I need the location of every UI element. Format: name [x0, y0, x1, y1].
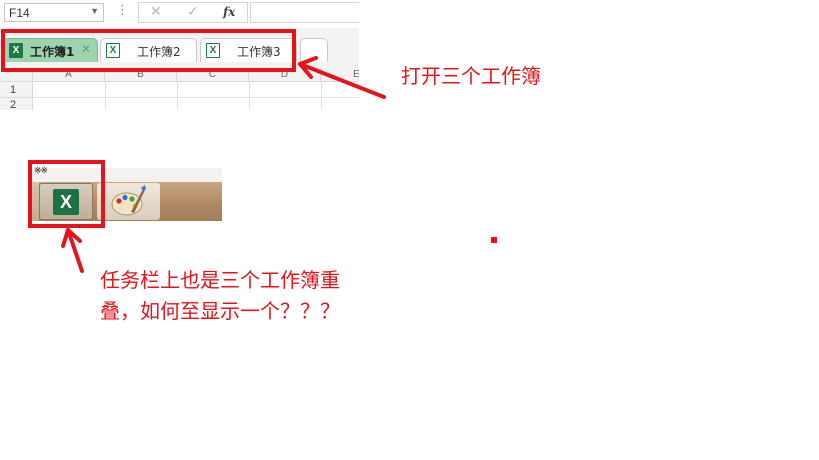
annotation-top: 打开三个工作簿: [401, 64, 541, 88]
arrow-to-tabs: [298, 62, 386, 99]
red-dot: [491, 237, 497, 243]
annotation-bottom: 任务栏上也是三个工作簿重叠，如何至显示一个？？？: [100, 268, 340, 323]
